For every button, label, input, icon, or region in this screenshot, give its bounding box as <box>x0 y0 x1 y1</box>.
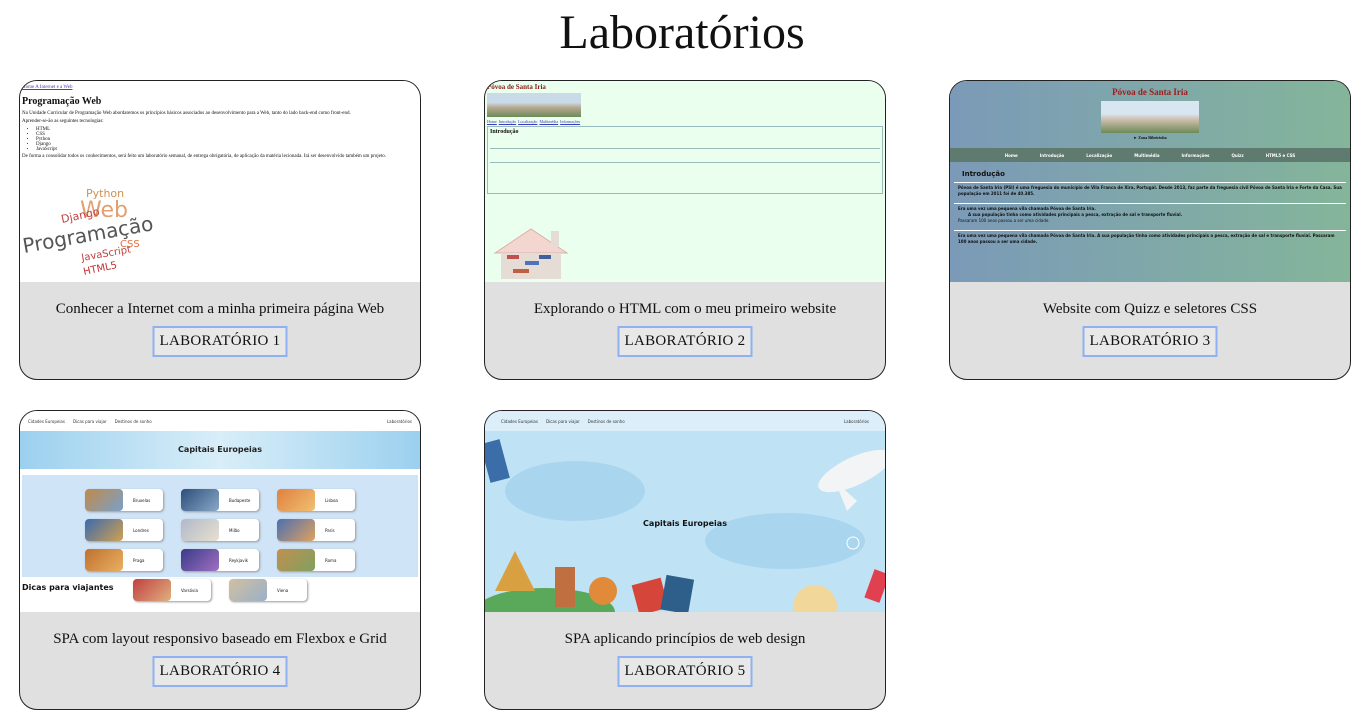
preview-text: De forma a consolidar todos os conhecime… <box>22 154 387 159</box>
city-card: Praga <box>85 549 163 571</box>
nav-link: Dicas para viajar <box>545 418 580 424</box>
city-card: Londres <box>85 519 163 541</box>
lab-3-button[interactable]: LABORATÓRIO 3 <box>1082 326 1218 357</box>
nav-link: Multimédia <box>1134 152 1160 158</box>
preview-heading: Programação Web <box>22 96 102 107</box>
nav-link: Laboratórios <box>386 418 412 424</box>
section-title: Introdução <box>962 170 1005 178</box>
nav-link: Localização <box>518 119 538 124</box>
preview-link: Home A Internet e a Web <box>22 85 73 90</box>
cities-grid: Bruxelas Budapeste Lisboa Londres Milão … <box>22 475 418 601</box>
nav-link: Informações <box>560 119 581 124</box>
lab-2-button[interactable]: LABORATÓRIO 2 <box>617 326 753 357</box>
section-title: Introdução <box>490 129 519 135</box>
preview-heading: Póvoa de Santa Iria <box>1112 87 1188 97</box>
preview-photo <box>487 93 581 117</box>
city-card: Lisboa <box>277 489 355 511</box>
preview-nav: Home Introdução Localização Multimédia I… <box>950 148 1350 162</box>
lab-caption: Website com Quizz e seletores CSS <box>1042 301 1258 317</box>
preview-text: Na Unidade Curricular de Programação Web… <box>22 111 351 116</box>
lab-caption: SPA com layout responsivo baseado em Fle… <box>53 631 387 647</box>
preview-text: Póvoa de Santa Iria (PSI) é uma freguesi… <box>954 182 1346 199</box>
nav-link: Introdução <box>498 119 517 124</box>
nav-link: Informações <box>1181 152 1210 158</box>
word-cloud-image: Python Web Django Programação CSS JavaSc… <box>22 187 155 278</box>
list-item: JavaScript <box>36 147 418 152</box>
preview-subtitle: ► Zona Ribeirinha <box>1133 135 1167 140</box>
lab-card-4: Cidades Europeias Dicas para viajar Dest… <box>19 410 421 710</box>
lab-card-2: Póvoa de Santa Iria Home Introdução Locali… <box>484 80 886 380</box>
lab-3-preview[interactable]: Póvoa de Santa Iria ► Zona Ribeirinha Ho… <box>950 81 1350 282</box>
lab-card-5: Cidades Europeias Dicas para viajar Dest… <box>484 410 886 710</box>
preview-nav: Home Introdução Localização Multimédia Infor… <box>487 119 883 124</box>
city-card: Varsóvia <box>133 579 211 601</box>
nav-link: Cidades Europeias <box>28 418 65 424</box>
nav-link: Quizz <box>1231 152 1244 158</box>
lab-4-preview[interactable]: Cidades Europeias Dicas para viajar Dest… <box>20 411 420 612</box>
preview-nav: Cidades Europeias Dicas para viajar Dest… <box>20 411 420 431</box>
nav-link: Introdução <box>1039 152 1065 158</box>
nav-link: Localização <box>1086 152 1113 158</box>
page-title: Laboratórios <box>559 6 805 59</box>
lab-1-preview[interactable]: Home A Internet e a Web Programação Web … <box>20 81 420 282</box>
city-card: Bruxelas <box>85 489 163 511</box>
lab-card-3: Póvoa de Santa Iria ► Zona Ribeirinha Ho… <box>949 80 1351 380</box>
preview-line: Passaram 100 anos passou a ser uma cidad… <box>958 218 1050 223</box>
city-card: Reykjavik <box>181 549 259 571</box>
preview-section: Introdução <box>487 126 883 194</box>
lab-card-1: Home A Internet e a Web Programação Web … <box>19 80 421 380</box>
lab-4-button[interactable]: LABORATÓRIO 4 <box>152 656 288 687</box>
lab-5-preview[interactable]: Cidades Europeias Dicas para viajar Dest… <box>485 411 885 612</box>
cloud-word: JavaScript <box>80 244 132 264</box>
city-card: Budapeste <box>181 489 259 511</box>
nav-link: Laboratórios <box>843 418 869 424</box>
preview-text: Aprender-se-ão as seguintes tecnologias: <box>22 119 104 124</box>
preview-list: HTML CSS Python Django JavaScript <box>36 127 418 152</box>
preview-text: Era uma vez uma pequena vila chamada Póv… <box>954 230 1346 247</box>
nav-link: HTML5 e CSS <box>1265 152 1296 158</box>
nav-link: Destinos de sonho <box>587 418 625 424</box>
city-card: Viena <box>229 579 307 601</box>
nav-link: Home <box>487 119 497 124</box>
nav-link: Dicas para viajar <box>72 418 107 424</box>
lab-5-button[interactable]: LABORATÓRIO 5 <box>617 656 753 687</box>
lab-caption: SPA aplicando princípios de web design <box>564 631 806 647</box>
nav-link: Home <box>1004 152 1018 158</box>
preview-photo <box>1101 101 1199 133</box>
lab-1-button[interactable]: LABORATÓRIO 1 <box>152 326 288 357</box>
lab-caption: Conhecer a Internet com a minha primeira… <box>55 301 385 317</box>
preview-text: Era uma vez uma pequena vila chamada Póv… <box>954 203 1346 226</box>
city-card: Milão <box>181 519 259 541</box>
city-card: Roma <box>277 549 355 571</box>
city-card: Paris <box>277 519 355 541</box>
lab-caption: Explorando o HTML com o meu primeiro web… <box>533 301 837 317</box>
preview-heading: Póvoa de Santa Iria <box>487 83 546 91</box>
preview-center-title: Capitais Europeias <box>643 519 727 528</box>
preview-banner: Capitais Europeias <box>20 431 420 469</box>
house-image <box>493 228 569 279</box>
preview-nav: Cidades Europeias Dicas para viajar Dest… <box>485 411 885 431</box>
lab-2-preview[interactable]: Póvoa de Santa Iria Home Introdução Locali… <box>485 81 885 282</box>
nav-link: Multimédia <box>539 119 559 124</box>
preview-section-title: Dicas para viajantes <box>22 583 114 592</box>
nav-link: Cidades Europeias <box>501 418 538 424</box>
nav-link: Destinos de sonho <box>114 418 152 424</box>
